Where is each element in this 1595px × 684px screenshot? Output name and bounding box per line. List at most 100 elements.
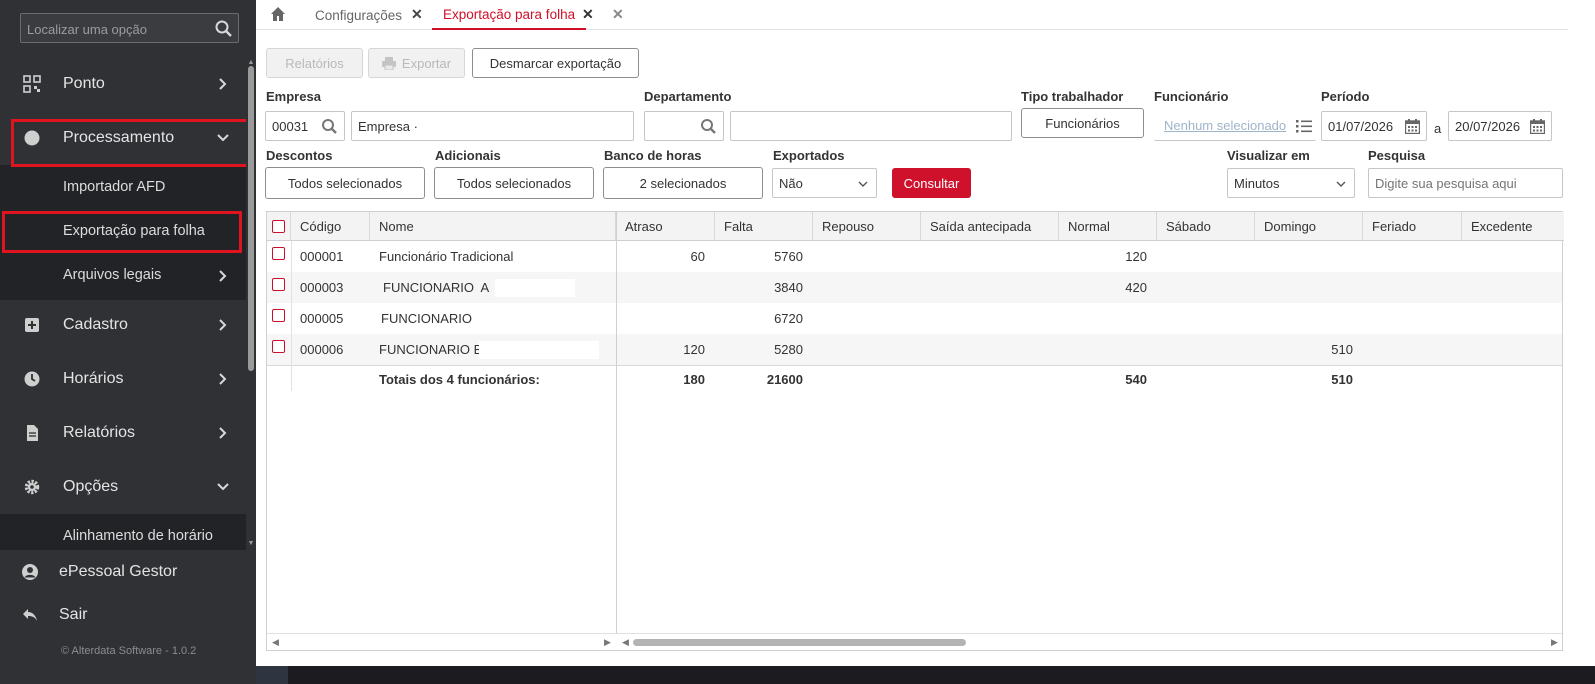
sidebar-search-input[interactable]: [27, 19, 212, 39]
totals-row: Totais dos 4 funcionários: 180 21600 540…: [267, 365, 1562, 393]
descontos-button[interactable]: Todos selecionados: [265, 167, 425, 199]
pesquisa-label: Pesquisa: [1368, 148, 1426, 163]
tab-exportacao-folha[interactable]: Exportação para folha: [432, 0, 587, 30]
main-content: Configurações ✕ Exportação para folha ✕ …: [256, 0, 1568, 666]
button-label: Exportar: [401, 55, 452, 71]
sidebar-search[interactable]: [20, 13, 239, 43]
sidebar-item-cadastro[interactable]: Cadastro: [0, 298, 246, 352]
pesquisa-field[interactable]: [1368, 168, 1563, 198]
sidebar-item-ponto[interactable]: Ponto: [0, 57, 246, 111]
exportar-button[interactable]: Exportar: [368, 48, 465, 78]
list-icon[interactable]: [1296, 119, 1312, 133]
user-circle-icon: [22, 564, 38, 580]
col-feriado[interactable]: Feriado: [1363, 212, 1462, 241]
cell-codigo: 000003: [300, 280, 344, 295]
cell-normal: 420: [1125, 280, 1147, 295]
row-checkbox[interactable]: [272, 278, 285, 291]
cell-codigo: 000005: [300, 311, 344, 326]
adicionais-button[interactable]: Todos selecionados: [434, 167, 594, 199]
button-label: Funcionários: [1045, 115, 1120, 131]
row-checkbox[interactable]: [272, 247, 285, 260]
button-label: 2 selecionados: [639, 175, 727, 191]
empresa-code-field[interactable]: 00031: [265, 111, 345, 141]
exportados-select[interactable]: Não: [772, 168, 877, 198]
banco-horas-button[interactable]: 2 selecionados: [603, 167, 763, 199]
visualizar-em-select[interactable]: Minutos: [1227, 168, 1355, 198]
col-falta[interactable]: Falta: [715, 212, 813, 241]
departamento-label: Departamento: [644, 89, 732, 104]
grid-header: Código Nome Atraso Falta Repouso Saída a…: [267, 212, 1564, 241]
gear-icon: [24, 479, 40, 495]
qr-grid-icon: [23, 75, 41, 93]
pesquisa-input[interactable]: [1375, 175, 1555, 191]
col-excedente[interactable]: Excedente: [1462, 212, 1562, 241]
select-all-checkbox[interactable]: [272, 220, 285, 233]
scroll-up-icon[interactable]: ▲: [247, 59, 255, 66]
tipo-trabalhador-label: Tipo trabalhador: [1021, 89, 1124, 104]
table-row[interactable]: 000005 FUNCIONARIO 6720: [267, 303, 1562, 334]
tab-bar: Configurações ✕ Exportação para folha ✕ …: [256, 0, 1568, 30]
sidebar-subitem-importador-afd[interactable]: Importador AFD: [63, 179, 165, 195]
sidebar-subitem-arquivos-legais[interactable]: Arquivos legais: [63, 267, 161, 283]
cell-nome: FUNCIONARIO B: [379, 342, 483, 357]
row-checkbox[interactable]: [272, 309, 285, 322]
col-atraso[interactable]: Atraso: [616, 212, 715, 241]
periodo-start-value: 01/07/2026: [1328, 118, 1394, 134]
scroll-right-icon[interactable]: ▶: [1551, 637, 1558, 648]
search-icon[interactable]: [700, 118, 717, 135]
scroll-left-icon[interactable]: ◀: [622, 637, 629, 648]
sidebar-item-horarios[interactable]: Horários: [0, 352, 246, 406]
col-normal[interactable]: Normal: [1059, 212, 1157, 241]
sidebar-epessoal-gestor[interactable]: ePessoal Gestor: [0, 552, 246, 592]
cell-nome: Funcionário Tradicional: [379, 249, 514, 264]
scroll-right-icon[interactable]: ▶: [604, 637, 611, 648]
col-nome[interactable]: Nome: [370, 212, 616, 241]
periodo-end-field[interactable]: 20/07/2026: [1448, 111, 1552, 141]
close-all-icon[interactable]: ✕: [612, 6, 624, 23]
cell-domingo: [1255, 272, 1353, 303]
consultar-button[interactable]: Consultar: [892, 168, 971, 198]
departamento-name-field[interactable]: [730, 111, 1012, 141]
col-saida-antecipada[interactable]: Saída antecipada: [921, 212, 1059, 241]
table-row[interactable]: 000001 Funcionário Tradicional 60 5760 1…: [267, 241, 1562, 272]
home-icon[interactable]: [270, 6, 286, 22]
col-codigo[interactable]: Código: [291, 212, 370, 241]
chevron-right-icon: [219, 373, 227, 385]
periodo-start-field[interactable]: 01/07/2026: [1321, 111, 1427, 141]
scrollbar-thumb[interactable]: [633, 639, 966, 646]
sidebar-item-relatorios[interactable]: Relatórios: [0, 406, 246, 460]
redaction-block: [479, 341, 599, 359]
app-window: Ponto Processamento Importador AFD Expor…: [0, 0, 1595, 684]
table-row[interactable]: 000003 FUNCIONARIO A 3840 420: [267, 272, 1562, 303]
col-repouso[interactable]: Repouso: [813, 212, 921, 241]
button-label: Todos selecionados: [456, 175, 572, 191]
cell-normal: [1059, 303, 1147, 334]
empresa-name-field[interactable]: Empresa ·: [351, 111, 634, 141]
chevron-down-icon: [1336, 181, 1346, 187]
close-icon[interactable]: ✕: [582, 6, 594, 23]
search-icon[interactable]: [214, 19, 234, 39]
calendar-icon[interactable]: [1530, 119, 1545, 134]
tab-configuracoes[interactable]: Configurações: [315, 0, 402, 30]
sidebar-bottom-label: ePessoal Gestor: [59, 563, 178, 580]
funcionario-field[interactable]: Nenhum selecionado: [1154, 111, 1316, 141]
departamento-code-field[interactable]: [644, 111, 724, 141]
search-icon[interactable]: [321, 118, 338, 135]
scroll-left-icon[interactable]: ◀: [272, 637, 279, 648]
tipo-trabalhador-button[interactable]: Funcionários: [1021, 108, 1144, 138]
col-sabado[interactable]: Sábado: [1157, 212, 1255, 241]
sidebar-item-opcoes[interactable]: Opções: [0, 460, 246, 514]
table-row[interactable]: 000006 FUNCIONARIO B 120 5280 510: [267, 334, 1562, 365]
relatorios-button[interactable]: Relatórios: [266, 48, 363, 78]
sidebar-scrollbar-thumb[interactable]: [248, 66, 254, 371]
scroll-down-icon[interactable]: ▼: [247, 540, 255, 547]
row-checkbox[interactable]: [272, 340, 285, 353]
close-icon[interactable]: ✕: [411, 6, 423, 23]
sidebar-subitem-alinhamento[interactable]: Alinhamento de horário: [63, 528, 213, 544]
col-domingo[interactable]: Domingo: [1255, 212, 1363, 241]
chevron-down-icon: [217, 483, 229, 491]
calendar-icon[interactable]: [1405, 119, 1420, 134]
desmarcar-exportacao-button[interactable]: Desmarcar exportação: [472, 48, 639, 78]
sidebar-sair[interactable]: Sair: [0, 595, 246, 635]
horizontal-scrollbar[interactable]: ◀ ▶ ◀ ▶: [267, 633, 1562, 650]
